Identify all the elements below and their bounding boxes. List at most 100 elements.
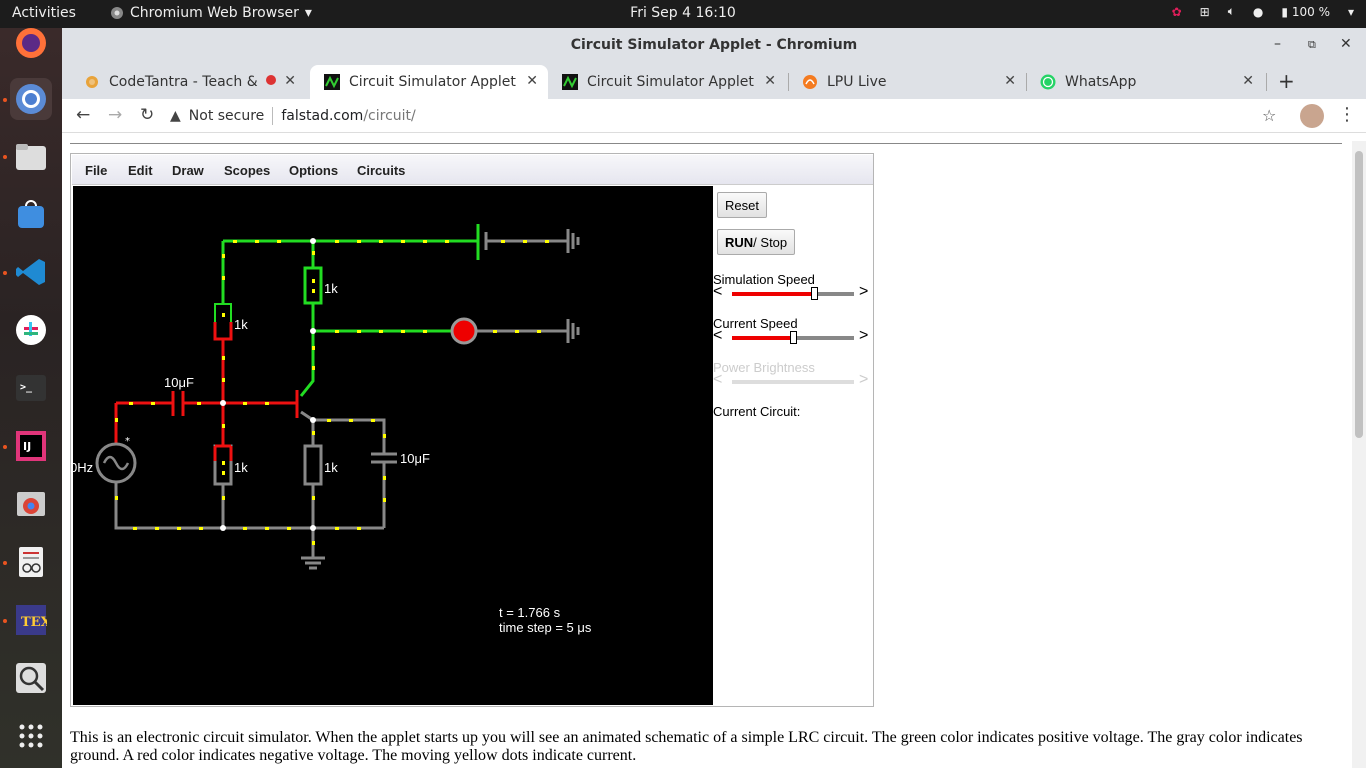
decrease-arrow-icon: < [713, 371, 723, 388]
reset-button[interactable]: Reset [717, 192, 767, 218]
firefox-icon [16, 28, 46, 58]
resistor-label: 1k [324, 460, 338, 475]
resistor-label: 1k [234, 317, 248, 332]
avatar[interactable] [1300, 104, 1324, 128]
vscode-launcher[interactable] [10, 251, 52, 293]
close-window-button[interactable]: ✕ [1340, 36, 1352, 52]
network-icon: ⊞ [1199, 4, 1210, 19]
activities-button[interactable]: Activities [12, 5, 76, 21]
slack-launcher[interactable] [10, 309, 52, 351]
tab-lpu-live[interactable]: LPU Live ✕ [788, 65, 1026, 99]
address-bar[interactable]: ▲ Not secure falstad.com/circuit/ [170, 99, 416, 133]
close-tab-icon[interactable]: ✕ [284, 73, 296, 89]
intellij-icon: IJ [16, 431, 46, 461]
security-label[interactable]: Not secure [189, 108, 265, 124]
tab-label: Circuit Simulator Applet [587, 74, 754, 90]
chrome-icon [17, 492, 45, 516]
resistor-label: 1k [324, 281, 338, 296]
reload-button[interactable]: ↻ [140, 105, 154, 125]
page-scrollbar[interactable] [1352, 141, 1366, 768]
wire [299, 331, 315, 397]
forward-button[interactable]: → [108, 105, 122, 125]
output-led [450, 317, 478, 345]
tab-codetantra[interactable]: CodeTantra - Teach & L ✕ [70, 65, 306, 99]
menu-draw[interactable]: Draw [172, 163, 204, 178]
menu-circuits[interactable]: Circuits [357, 163, 405, 178]
power-brightness-slider: < > [713, 371, 873, 390]
battery-indicator: ▮ 100 % [1281, 5, 1330, 19]
maximize-button[interactable]: ⧉ [1308, 38, 1316, 52]
system-tray[interactable]: ✿ ⊞ 🔈︎ ● ▮ 100 % ▾ [1172, 4, 1354, 19]
decrease-arrow-icon[interactable]: < [713, 327, 722, 345]
circuit-schematic[interactable]: * 1k 1k 1k 1k 10μF 10μF 0Hz t = 1.766 s … [70, 186, 713, 705]
url-path: /circuit/ [363, 108, 416, 124]
tex-icon: TEX [16, 605, 47, 635]
increase-arrow-icon[interactable]: > [859, 327, 868, 345]
software-launcher[interactable] [10, 193, 52, 235]
lpu-icon [803, 75, 817, 89]
chromium-icon [16, 84, 46, 114]
close-tab-icon[interactable]: ✕ [1004, 73, 1016, 89]
chromium-icon [111, 7, 123, 19]
increase-arrow-icon: > [859, 371, 869, 388]
back-button[interactable]: ← [76, 105, 90, 125]
magnifier-launcher[interactable] [10, 657, 52, 699]
simulation-speed-label: Simulation Speed [713, 272, 815, 287]
close-tab-icon[interactable]: ✕ [1242, 73, 1254, 89]
minimize-button[interactable]: – [1274, 36, 1281, 52]
terminal-launcher[interactable]: >_ [10, 367, 52, 409]
window-title: Circuit Simulator Applet - Chromium [570, 37, 858, 53]
files-launcher[interactable] [10, 136, 52, 178]
show-applications-button[interactable] [10, 715, 52, 757]
chevron-down-icon: ▾ [304, 5, 312, 21]
firefox-launcher[interactable] [10, 22, 52, 64]
warning-icon[interactable]: ▲ [170, 108, 181, 124]
chromium-launcher[interactable] [10, 78, 52, 120]
decrease-arrow-icon[interactable]: < [713, 283, 722, 301]
increase-arrow-icon[interactable]: > [859, 283, 868, 301]
tab-label: WhatsApp [1065, 74, 1137, 90]
magnifier-icon [16, 663, 46, 693]
tab-circuit-simulator-active[interactable]: Circuit Simulator Applet ✕ [310, 65, 548, 99]
control-panel: Reset RUN / Stop Simulation Speed < > Cu… [713, 186, 873, 705]
close-tab-icon[interactable]: ✕ [764, 73, 776, 89]
simulation-speed-slider[interactable]: < > [713, 283, 873, 302]
dock: >_ IJ TEX [0, 28, 62, 768]
menu-options[interactable]: Options [289, 163, 338, 178]
menu-scopes[interactable]: Scopes [224, 163, 270, 178]
menu-file[interactable]: File [85, 163, 107, 178]
ground-symbol [566, 319, 580, 343]
url-host: falstad.com [281, 108, 364, 124]
bookmark-star-icon[interactable]: ☆ [1262, 106, 1276, 125]
applet-menubar: File Edit Draw Scopes Options Circuits [72, 155, 873, 185]
resistor [214, 303, 232, 340]
ground-symbol [301, 556, 325, 570]
browser-menu-icon[interactable]: ⋮ [1338, 104, 1356, 125]
document-viewer-launcher[interactable] [10, 541, 52, 583]
clock[interactable]: Fri Sep 4 16:10 [630, 5, 736, 21]
app-menu-label: Chromium Web Browser [130, 5, 299, 21]
run-stop-button[interactable]: RUN / Stop [717, 229, 796, 255]
resistor-label: 1k [234, 460, 248, 475]
slack-tray-icon[interactable]: ✿ [1172, 5, 1182, 19]
tab-whatsapp[interactable]: WhatsApp ✕ [1026, 65, 1264, 99]
recording-icon [266, 75, 276, 85]
scrollbar-thumb[interactable] [1355, 151, 1363, 438]
battery [476, 224, 488, 260]
close-tab-icon[interactable]: ✕ [526, 73, 538, 89]
svg-text:TEX: TEX [21, 615, 47, 630]
tab-circuit-simulator[interactable]: Circuit Simulator Applet ✕ [548, 65, 786, 99]
divider [70, 143, 1342, 144]
current-speed-slider[interactable]: < > [713, 327, 873, 346]
app-menu[interactable]: Chromium Web Browser ▾ [110, 5, 312, 21]
browser-toolbar: ← → ↻ ▲ Not secure falstad.com/circuit/ … [62, 99, 1366, 133]
new-tab-button[interactable]: + [1278, 69, 1295, 93]
battery-icon: ▮ [1281, 4, 1289, 19]
intellij-launcher[interactable]: IJ [10, 425, 52, 467]
chrome-launcher[interactable] [10, 483, 52, 525]
current-circuit-label: Current Circuit: [713, 404, 801, 419]
texmaker-launcher[interactable]: TEX [10, 599, 52, 641]
menu-edit[interactable]: Edit [128, 163, 153, 178]
circuit-canvas[interactable]: * 1k 1k 1k 1k 10μF 10μF 0Hz t = 1.766 s … [70, 186, 713, 705]
falstad-icon [562, 74, 578, 90]
